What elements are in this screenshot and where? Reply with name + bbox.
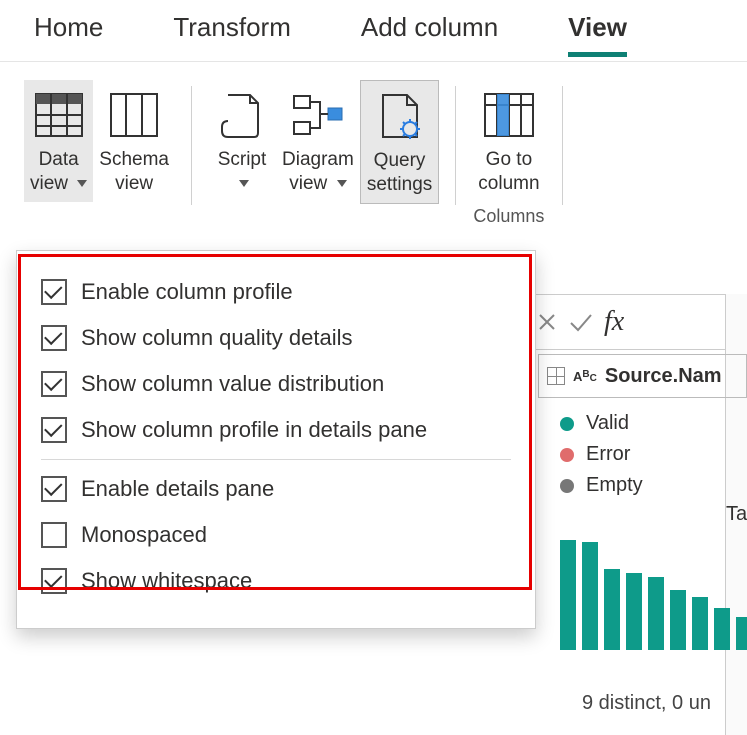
checkbox-icon[interactable] [41,568,67,594]
query-settings-button[interactable]: Query settings [360,80,439,204]
histogram-bar [626,573,642,650]
histogram-bar [560,540,576,650]
tab-home[interactable]: Home [34,12,103,57]
opt-enable-details-pane[interactable]: Enable details pane [37,466,515,512]
go-to-column-button[interactable]: Go to column [472,80,545,202]
schema-view-icon [110,84,158,146]
script-icon [220,84,264,146]
opt-label: Enable column profile [81,279,293,305]
tab-add-column[interactable]: Add column [361,12,498,57]
chevron-down-icon [337,180,347,187]
histogram-bar [648,577,664,650]
ribbon: Data view Schema view Script [0,62,747,235]
checkbox-icon[interactable] [41,417,67,443]
data-view-label: Data view [30,149,79,194]
checkbox-icon[interactable] [41,325,67,351]
diagram-view-icon [292,84,344,146]
confirm-icon[interactable] [568,311,594,333]
checkbox-icon[interactable] [41,476,67,502]
group-divider [455,86,456,205]
script-button[interactable]: Script [208,80,276,204]
column-quality: Valid Error Empty [560,408,643,501]
histogram-bar [714,608,730,650]
opt-label: Show whitespace [81,568,252,594]
dot-icon [560,417,574,431]
quality-valid: Valid [560,408,643,439]
histogram-bar [736,617,747,650]
opt-label: Enable details pane [81,476,274,502]
opt-show-profile-in-details[interactable]: Show column profile in details pane [37,407,515,453]
histogram-bar [692,597,708,650]
go-to-column-label: Go to column [478,148,539,196]
dot-icon [560,448,574,462]
histogram-bar [670,590,686,651]
data-view-button[interactable]: Data view [24,80,93,202]
ribbon-tabs: Home Transform Add column View [0,0,747,62]
chevron-down-icon [77,180,87,187]
column-name: Source.Nam [605,365,722,388]
data-view-icon [35,84,83,146]
query-settings-icon [377,85,423,147]
opt-show-value-distribution[interactable]: Show column value distribution [37,361,515,407]
histogram-bar [604,569,620,650]
chevron-down-icon [239,180,249,187]
quality-empty: Empty [560,470,643,501]
formula-bar[interactable]: fx [530,294,747,350]
histogram-bar [582,542,598,650]
opt-label: Show column value distribution [81,371,384,397]
group-divider [562,86,563,205]
dot-icon [560,479,574,493]
checkbox-icon[interactable] [41,279,67,305]
diagram-view-button[interactable]: Diagram view [276,80,360,204]
quality-error: Error [560,439,643,470]
checkbox-icon[interactable] [41,371,67,397]
opt-show-whitespace[interactable]: Show whitespace [37,558,515,604]
group-divider [191,86,192,205]
tab-view[interactable]: View [568,12,627,57]
schema-view-button[interactable]: Schema view [93,80,175,202]
script-label: Script [218,149,267,170]
opt-enable-column-profile[interactable]: Enable column profile [37,269,515,315]
schema-view-label: Schema view [99,148,169,196]
query-settings-label: Query settings [367,149,432,197]
opt-label: Monospaced [81,522,207,548]
opt-label: Show column profile in details pane [81,417,427,443]
cancel-icon[interactable] [536,311,558,333]
tab-transform[interactable]: Transform [173,12,291,57]
menu-separator [41,459,511,460]
go-to-column-icon [484,84,534,146]
data-view-dropdown: Enable column profile Show column qualit… [16,250,536,629]
checkbox-icon[interactable] [41,522,67,548]
column-header[interactable]: ABC Source.Nam [538,354,747,398]
value-distribution-histogram [560,540,747,650]
fx-label[interactable]: fx [604,306,624,338]
opt-monospaced[interactable]: Monospaced [37,512,515,558]
histogram-caption: 9 distinct, 0 un [582,692,711,715]
opt-show-column-quality[interactable]: Show column quality details [37,315,515,361]
opt-label: Show column quality details [81,325,352,351]
columns-group-caption: Columns [473,206,544,227]
table-icon [547,367,565,385]
